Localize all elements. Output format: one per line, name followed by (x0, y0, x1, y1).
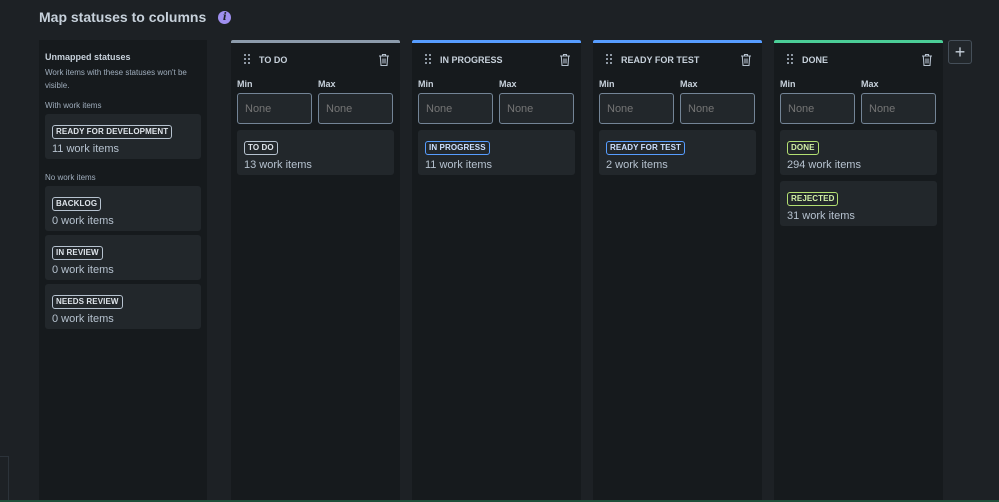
column-title: TO DO (259, 54, 288, 65)
status-lozenge: TO DO (244, 141, 278, 155)
work-item-count: 31 work items (787, 210, 855, 222)
max-label: Max (499, 79, 517, 89)
plus-icon: + (954, 42, 966, 62)
status-card[interactable]: IN REVIEW 0 work items (45, 235, 201, 280)
work-item-count: 294 work items (787, 159, 861, 171)
column-color-bar (412, 40, 581, 43)
min-label: Min (599, 79, 615, 89)
trash-icon[interactable] (921, 53, 933, 67)
max-input[interactable] (318, 93, 393, 124)
drag-handle-icon[interactable] (244, 54, 251, 65)
trash-icon[interactable] (378, 53, 390, 67)
work-item-count: 13 work items (244, 159, 312, 171)
status-lozenge: IN REVIEW (52, 246, 103, 260)
column-header: IN PROGRESS (418, 40, 575, 76)
max-input[interactable] (861, 93, 936, 124)
unmapped-title: Unmapped statuses (45, 52, 131, 62)
add-column-button[interactable]: + (948, 40, 972, 64)
work-item-count: 0 work items (52, 264, 114, 276)
page-title: Map statuses to columns (39, 9, 207, 25)
column-to-do[interactable]: TO DO Min Max TO DO 13 work items (231, 40, 400, 502)
column-header: TO DO (237, 40, 394, 76)
status-card[interactable]: TO DO 13 work items (237, 130, 394, 175)
column-limits: Min Max (418, 79, 575, 124)
column-in-progress[interactable]: IN PROGRESS Min Max IN PROGRESS 11 work … (412, 40, 581, 502)
column-cards: IN PROGRESS 11 work items (418, 130, 575, 175)
status-card[interactable]: IN PROGRESS 11 work items (418, 130, 575, 175)
work-item-count: 0 work items (52, 215, 114, 227)
status-card[interactable]: READY FOR TEST 2 work items (599, 130, 756, 175)
column-color-bar (231, 40, 400, 43)
max-input[interactable] (499, 93, 574, 124)
left-edge-strip (0, 456, 9, 502)
page-header: Map statuses to columns i (39, 9, 232, 25)
min-input[interactable] (237, 93, 312, 124)
status-lozenge: BACKLOG (52, 197, 102, 211)
column-ready-for-test[interactable]: READY FOR TEST Min Max READY FOR TEST 2 … (593, 40, 762, 502)
max-label: Max (861, 79, 879, 89)
max-label: Max (680, 79, 698, 89)
info-icon[interactable]: i (218, 10, 232, 24)
column-title: READY FOR TEST (621, 54, 700, 65)
column-color-bar (774, 40, 943, 43)
min-input[interactable] (418, 93, 493, 124)
column-cards: READY FOR TEST 2 work items (599, 130, 756, 175)
with-items-label: With work items (45, 101, 102, 110)
trash-icon[interactable] (559, 53, 571, 67)
column-color-bar (593, 40, 762, 43)
drag-handle-icon[interactable] (606, 54, 613, 65)
work-item-count: 11 work items (52, 143, 120, 155)
status-lozenge: IN PROGRESS (425, 141, 490, 155)
work-item-count: 2 work items (606, 159, 668, 171)
status-card[interactable]: BACKLOG 0 work items (45, 186, 201, 231)
column-title: DONE (802, 54, 829, 65)
work-item-count: 11 work items (425, 159, 493, 171)
status-lozenge: NEEDS REVIEW (52, 295, 123, 309)
trash-icon[interactable] (740, 53, 752, 67)
column-limits: Min Max (599, 79, 756, 124)
max-label: Max (318, 79, 336, 89)
min-label: Min (237, 79, 253, 89)
no-items-label: No work items (45, 173, 96, 182)
status-lozenge: REJECTED (787, 192, 839, 206)
column-header: READY FOR TEST (599, 40, 756, 76)
unmapped-statuses-panel: Unmapped statuses Work items with these … (39, 40, 207, 502)
drag-handle-icon[interactable] (425, 54, 432, 65)
status-card[interactable]: NEEDS REVIEW 0 work items (45, 284, 201, 329)
column-title: IN PROGRESS (440, 54, 503, 65)
status-lozenge: READY FOR DEVELOPMENT (52, 125, 173, 139)
status-card[interactable]: DONE 294 work items (780, 130, 937, 175)
column-limits: Min Max (780, 79, 937, 124)
column-limits: Min Max (237, 79, 394, 124)
status-card[interactable]: READY FOR DEVELOPMENT 11 work items (45, 114, 201, 159)
column-cards: TO DO 13 work items (237, 130, 394, 175)
unmapped-description: Work items with these statuses won't be … (45, 68, 187, 90)
status-card[interactable]: REJECTED 31 work items (780, 181, 937, 226)
status-lozenge: READY FOR TEST (606, 141, 686, 155)
drag-handle-icon[interactable] (787, 54, 794, 65)
min-label: Min (780, 79, 796, 89)
min-input[interactable] (780, 93, 855, 124)
min-input[interactable] (599, 93, 674, 124)
status-lozenge: DONE (787, 141, 819, 155)
max-input[interactable] (680, 93, 755, 124)
work-item-count: 0 work items (52, 313, 114, 325)
min-label: Min (418, 79, 434, 89)
column-cards: DONE 294 work items REJECTED 31 work ite… (780, 130, 937, 226)
column-header: DONE (780, 40, 937, 76)
column-done[interactable]: DONE Min Max DONE 294 work items REJECTE… (774, 40, 943, 502)
